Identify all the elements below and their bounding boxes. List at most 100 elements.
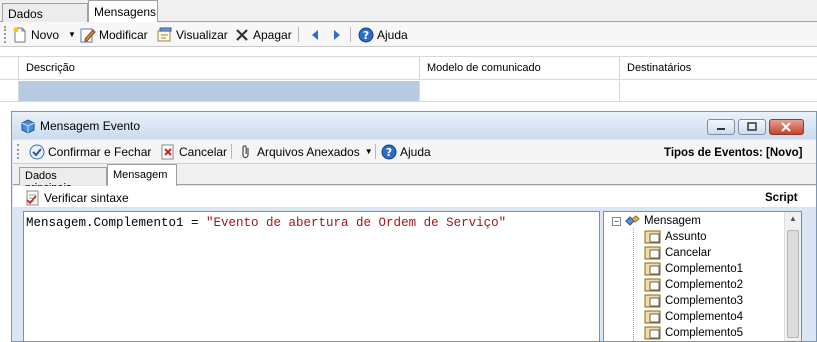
chevron-down-icon[interactable]: ▼ [365, 147, 373, 156]
script-label: Script [765, 191, 798, 204]
next-button[interactable] [328, 25, 347, 44]
dialog-toolbar: Confirmar e Fechar Cancelar Arquivos Ane… [13, 140, 816, 164]
tree-item-label: Complemento2 [665, 279, 743, 291]
help-icon: ? [381, 144, 397, 160]
tree-item-complemento3[interactable]: Complemento3 [644, 293, 743, 309]
previous-button[interactable] [308, 25, 327, 44]
cell-modelo[interactable] [420, 81, 620, 101]
delete-x-icon [234, 27, 250, 43]
ajuda-label: Ajuda [377, 27, 408, 42]
edit-icon [80, 27, 96, 43]
collapse-icon[interactable]: − [612, 216, 621, 226]
maximize-button[interactable] [738, 119, 766, 135]
tab-dados-principais[interactable]: Dados principais [2, 3, 88, 35]
main-toolbar: Novo ▼ Modificar Visualizar Apagar ? Aju… [0, 22, 817, 47]
confirmar-label: Confirmar e Fechar [48, 144, 152, 159]
ajuda-button[interactable]: ? Ajuda [358, 25, 408, 44]
arquivos-anexados-button[interactable]: Arquivos Anexados ▼ [238, 142, 373, 161]
toolbar-separator [375, 144, 376, 159]
dialog-title: Mensagem Evento [40, 119, 141, 133]
cell-destinatarios[interactable] [620, 81, 817, 101]
tree-item-complemento2[interactable]: Complemento2 [644, 277, 743, 293]
tree-item-assunto[interactable]: Assunto [644, 229, 707, 245]
cancelar-button[interactable]: Cancelar [160, 142, 227, 161]
code-prefix: Mensagem.Complemento1 = [26, 216, 207, 230]
tree-item-label: Assunto [665, 231, 707, 243]
confirmar-fechar-button[interactable]: Confirmar e Fechar [29, 142, 151, 161]
tab-dados-principais[interactable]: Dados principais [19, 167, 107, 194]
arrow-left-icon [308, 27, 324, 43]
apagar-button[interactable]: Apagar [234, 25, 292, 44]
fields-tree: − Mensagem Assunto Cancelar Complemento1… [603, 211, 802, 342]
tree-scrollbar[interactable]: ▲ [784, 212, 801, 341]
toolbar-separator [350, 27, 351, 42]
close-button[interactable] [769, 119, 804, 135]
arrow-right-icon [328, 27, 344, 43]
dialog-tab-strip: Dados principais Mensagem [13, 164, 816, 194]
chevron-down-icon[interactable]: ▼ [68, 30, 76, 39]
field-icon [644, 326, 661, 340]
field-icon [644, 262, 661, 276]
toolbar-separator [298, 27, 299, 42]
modificar-button[interactable]: Modificar [80, 25, 148, 44]
check-circle-icon [29, 144, 45, 160]
tree-item-label: Complemento5 [665, 327, 743, 339]
cancel-document-icon [160, 144, 176, 160]
tree-item-complemento5[interactable]: Complemento5 [644, 325, 743, 341]
toolbar-grip [4, 26, 7, 43]
outer-tab-strip: Dados principais Mensagens [0, 0, 817, 35]
novo-button[interactable]: Novo ▼ [12, 25, 76, 44]
script-toolbar: Verificar sintaxe Script [13, 186, 816, 208]
novo-label: Novo [31, 27, 60, 42]
tree-item-label: Cancelar [665, 247, 712, 259]
apagar-label: Apagar [253, 27, 292, 42]
field-icon [644, 310, 661, 324]
scroll-thumb[interactable] [787, 230, 799, 338]
paperclip-icon [238, 144, 254, 160]
visualizar-label: Visualizar [176, 27, 228, 42]
field-icon [644, 294, 661, 308]
code-string-literal: "Evento de abertura de Ordem de Serviço" [206, 216, 507, 230]
tree-root-mensagem[interactable]: − Mensagem [612, 213, 701, 229]
table-row[interactable] [0, 81, 817, 102]
new-document-icon [12, 27, 28, 43]
dialog-ajuda-button[interactable]: ? Ajuda [381, 142, 431, 161]
tree-item-label: Complemento3 [665, 295, 743, 307]
row-header[interactable] [0, 81, 19, 101]
tree-item-cancelar[interactable]: Cancelar [644, 245, 711, 261]
tab-mensagens[interactable]: Mensagens [88, 0, 158, 23]
tree-guide-line [633, 228, 634, 341]
grid-header: Descrição Modelo de comunicado Destinatá… [0, 56, 817, 80]
tree-item-label: Complemento4 [665, 311, 743, 323]
scroll-up-icon[interactable]: ▲ [787, 214, 799, 226]
column-modelo-comunicado[interactable]: Modelo de comunicado [420, 57, 620, 80]
verificar-label: Verificar sintaxe [44, 190, 129, 205]
object-icon [623, 214, 640, 228]
cell-descricao-selected[interactable] [19, 81, 420, 101]
column-descricao[interactable]: Descrição [19, 57, 420, 80]
tree-item-complemento1[interactable]: Complemento1 [644, 261, 743, 277]
visualizar-button[interactable]: Visualizar [157, 25, 228, 44]
messages-grid: Descrição Modelo de comunicado Destinatá… [0, 48, 817, 104]
dialog-titlebar[interactable]: Mensagem Evento [12, 112, 816, 139]
row-header-corner [0, 57, 19, 80]
toolbar-grip [17, 144, 20, 159]
svg-text:?: ? [386, 146, 392, 159]
tree-item-complemento4[interactable]: Complemento4 [644, 309, 743, 325]
field-icon [644, 246, 661, 260]
verificar-sintaxe-button[interactable]: Verificar sintaxe [25, 188, 129, 207]
mensagem-evento-dialog: Mensagem Evento Confirmar e Fechar Cance… [11, 111, 817, 342]
tipos-eventos-label: Tipos de Eventos: [Novo] [664, 146, 803, 159]
tab-mensagem[interactable]: Mensagem [107, 164, 177, 186]
field-icon [644, 230, 661, 244]
minimize-button[interactable] [707, 119, 735, 135]
dialog-ajuda-label: Ajuda [400, 144, 431, 159]
column-destinatarios[interactable]: Destinatários [620, 57, 817, 80]
syntax-check-icon [25, 190, 41, 206]
help-icon: ? [358, 27, 374, 43]
window-app-icon [20, 118, 36, 137]
modificar-label: Modificar [99, 27, 148, 42]
script-editor[interactable]: Mensagem.Complemento1 = "Evento de abert… [23, 211, 600, 342]
tree-root-label: Mensagem [644, 215, 701, 227]
tree-item-label: Complemento1 [665, 263, 743, 275]
